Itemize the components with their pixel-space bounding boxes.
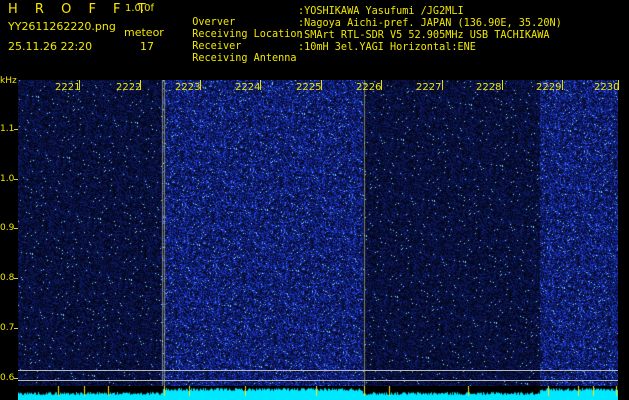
time-label: 2222 (116, 82, 142, 93)
info-antenna-label: Receiving Antenna (192, 53, 297, 64)
time-label: 2226 (356, 82, 382, 93)
y-tick-label: 0.9 (0, 223, 15, 233)
time-label: 2230 (594, 82, 620, 93)
y-tick (14, 228, 18, 229)
spectrogram-canvas (18, 80, 618, 400)
info-antenna-value: :10mH 3el.YAGI Horizontal:ENE (298, 42, 476, 53)
info-observer-value: :YOSHIKAWA Yasufumi /JG2MLI (298, 6, 464, 17)
y-tick-label: 0.7 (0, 323, 15, 333)
y-tick-label: 0.8 (0, 273, 15, 283)
time-tick (562, 80, 563, 90)
y-tick-label: 1.0 (0, 174, 15, 184)
time-label: 2224 (235, 82, 261, 93)
spectrogram (18, 80, 618, 400)
reference-line-upper (18, 370, 618, 371)
info-location-value: :Nagoya Aichi-pref. JAPAN (136.90E, 35.2… (298, 18, 562, 29)
y-tick-label: 1.1 (0, 124, 15, 134)
app-version: 1.0.0f (125, 3, 154, 14)
image-filename: YY2611262220.png (8, 20, 116, 33)
y-tick (14, 278, 18, 279)
time-label: 2228 (476, 82, 502, 93)
time-tick (502, 80, 503, 90)
meteor-label: meteor (124, 26, 164, 39)
y-tick-label: 0.6 (0, 373, 15, 383)
time-label: 2221 (55, 82, 81, 93)
info-antenna: Receiving Antenna:10mH 3el.YAGI Horizont… (180, 42, 476, 64)
time-label: 2223 (175, 82, 201, 93)
time-label: 2225 (296, 82, 322, 93)
y-tick (14, 378, 18, 379)
time-tick (442, 80, 443, 90)
time-label: 2227 (416, 82, 442, 93)
time-label: 2229 (536, 82, 562, 93)
spectrum-trace (18, 386, 618, 400)
meteor-count: 17 (140, 40, 154, 53)
y-tick (14, 179, 18, 180)
reference-line-lower (18, 380, 618, 381)
y-tick (14, 328, 18, 329)
info-receiver-value: :SMArt RTL-SDR V5 52.905MHz USB TACHIKAW… (298, 30, 550, 41)
timestamp: 25.11.26 22:20 (8, 40, 93, 53)
y-axis-unit: kHz (0, 76, 17, 86)
y-tick (14, 129, 18, 130)
